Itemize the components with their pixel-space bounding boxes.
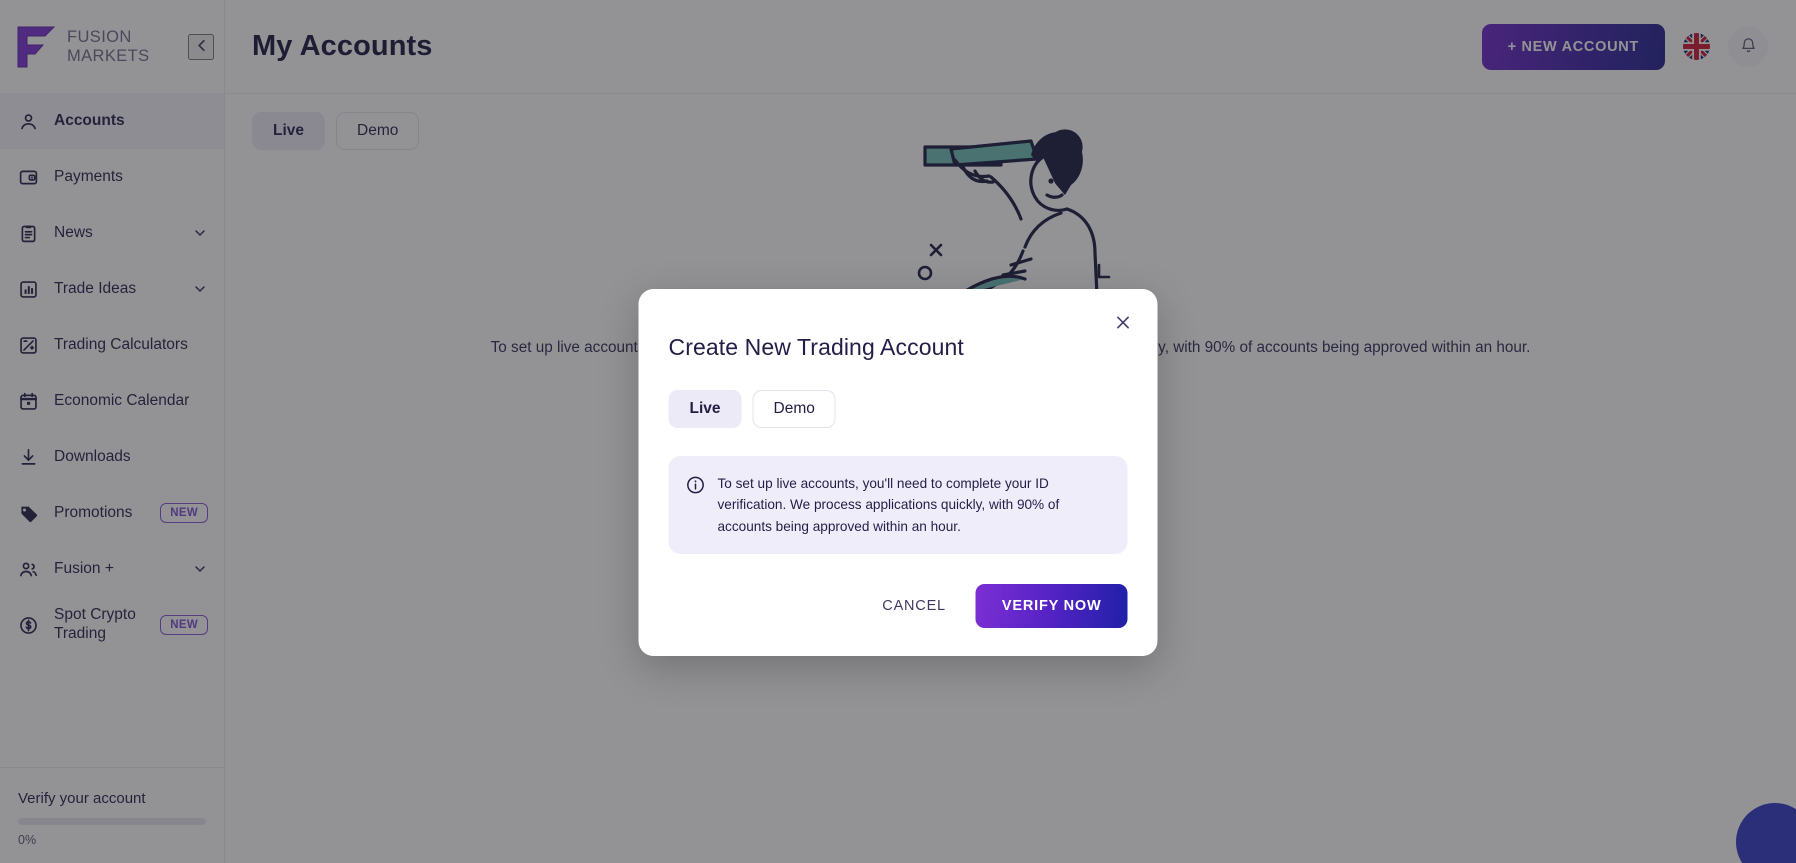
modal-tab-demo[interactable]: Demo: [752, 390, 836, 428]
close-icon[interactable]: [1110, 309, 1136, 335]
modal-account-type-tabs: Live Demo: [668, 390, 1128, 428]
modal-info-box: To set up live accounts, you'll need to …: [668, 456, 1128, 555]
modal-actions: CANCEL VERIFY NOW: [669, 584, 1128, 629]
modal-tab-live[interactable]: Live: [668, 390, 742, 428]
verify-now-button[interactable]: VERIFY NOW: [975, 584, 1128, 629]
info-circle-icon: [686, 475, 706, 495]
modal-info-text: To set up live accounts, you'll need to …: [717, 476, 1060, 534]
modal-title: Create New Trading Account: [668, 334, 964, 360]
create-account-modal: Create New Trading Account Live Demo To …: [638, 289, 1158, 657]
app-root: FUSION MARKETS Accounts Payments: [0, 0, 1796, 863]
cancel-button[interactable]: CANCEL: [866, 586, 962, 626]
